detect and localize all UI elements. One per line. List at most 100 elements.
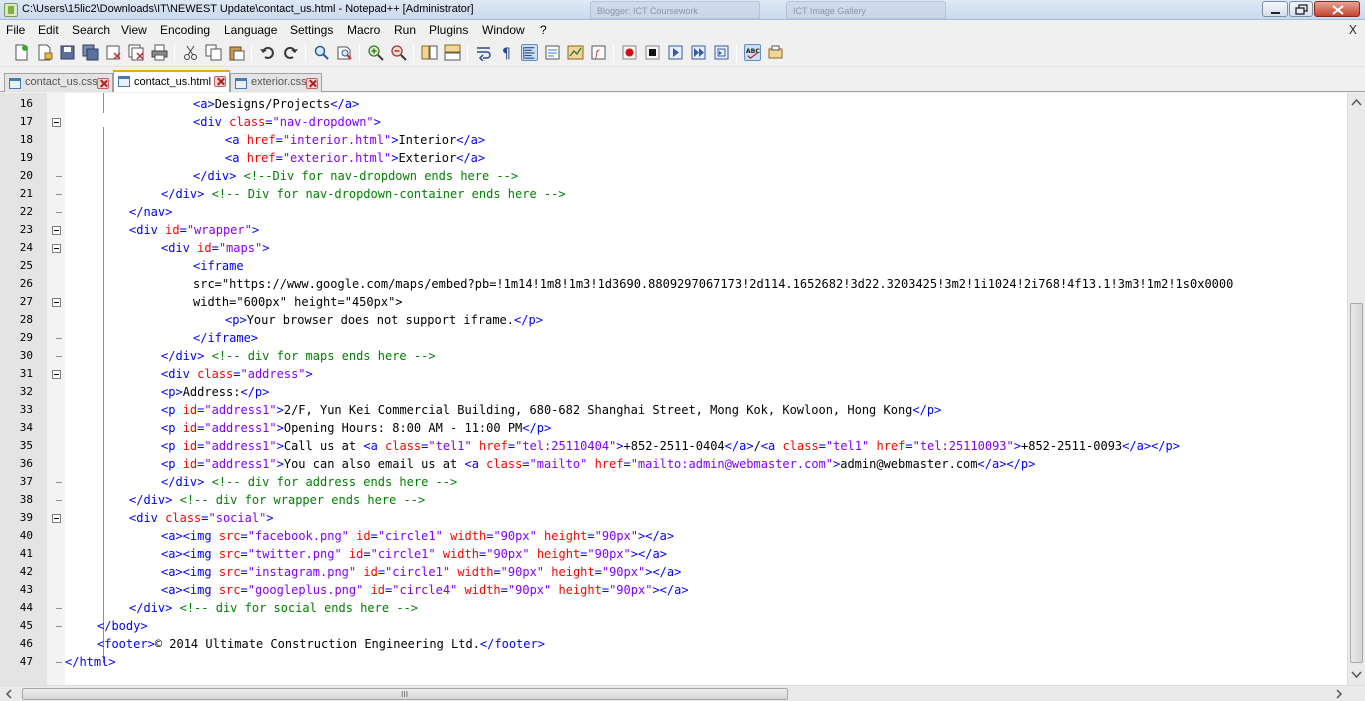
- code-line: </html>: [65, 655, 116, 669]
- menu-search[interactable]: Search: [72, 23, 110, 37]
- spell-check-icon[interactable]: ABC: [744, 44, 761, 61]
- line-number: 22: [19, 205, 33, 218]
- horizontal-scroll-thumb[interactable]: III: [22, 688, 788, 700]
- print-icon[interactable]: [151, 44, 168, 61]
- code-line: </body>: [97, 619, 148, 633]
- menu-view[interactable]: View: [121, 23, 147, 37]
- fold-end: [56, 194, 62, 195]
- record-macro-icon[interactable]: [621, 44, 638, 61]
- playback-macro-icon[interactable]: [667, 44, 684, 61]
- undo-icon[interactable]: [259, 44, 276, 61]
- restore-button[interactable]: [1289, 1, 1313, 17]
- zoom-in-icon[interactable]: [367, 44, 384, 61]
- tab-close-icon[interactable]: [97, 78, 109, 89]
- toolbar-separator: [359, 44, 360, 62]
- code-text-area[interactable]: <a>Designs/Projects</a> <div class="nav-…: [65, 93, 1345, 685]
- fold-toggle-icon[interactable]: [52, 118, 61, 127]
- save-macro-icon[interactable]: [713, 44, 730, 61]
- code-editor[interactable]: 16 17 18 19 20 21 22 23 24 25 26 27 28 2…: [0, 93, 1365, 685]
- replace-icon[interactable]: [336, 44, 353, 61]
- close-all-icon[interactable]: [128, 44, 145, 61]
- line-number: 34: [19, 421, 33, 434]
- fold-toggle-icon[interactable]: [52, 244, 61, 253]
- open-file-icon[interactable]: [36, 44, 53, 61]
- line-number: 37: [19, 475, 33, 488]
- plugin-tool-icon[interactable]: [767, 44, 784, 61]
- fold-toggle-icon[interactable]: [52, 226, 61, 235]
- line-number: 40: [19, 529, 33, 542]
- paste-icon[interactable]: [228, 44, 245, 61]
- code-line: <a href="exterior.html">Exterior</a>: [225, 151, 486, 165]
- word-wrap-icon[interactable]: [475, 44, 492, 61]
- close-document-button[interactable]: X: [1349, 23, 1357, 37]
- indent-guide-icon[interactable]: [521, 44, 538, 61]
- scroll-right-icon[interactable]: [1335, 689, 1343, 699]
- new-file-icon[interactable]: [13, 44, 30, 61]
- menu-language[interactable]: Language: [224, 23, 277, 37]
- code-line: </div> <!--Div for nav-dropdown ends her…: [193, 169, 519, 183]
- scroll-left-icon[interactable]: [5, 689, 13, 699]
- code-line: src="https://www.google.com/maps/embed?p…: [193, 277, 1234, 291]
- menu-macro[interactable]: Macro: [347, 23, 380, 37]
- line-number: 24: [19, 241, 33, 254]
- tab-close-icon[interactable]: [214, 76, 226, 87]
- cut-icon[interactable]: [182, 44, 199, 61]
- menu-settings[interactable]: Settings: [290, 23, 333, 37]
- code-line: </div> <!-- div for maps ends here -->: [161, 349, 436, 363]
- line-number: 38: [19, 493, 33, 506]
- line-number: 25: [19, 259, 33, 272]
- line-number: 20: [19, 169, 33, 182]
- run-macro-multiple-icon[interactable]: [690, 44, 707, 61]
- redo-icon[interactable]: [282, 44, 299, 61]
- find-icon[interactable]: [313, 44, 330, 61]
- tab-contact-us-html[interactable]: contact_us.html: [113, 70, 230, 92]
- menu-window[interactable]: Window: [482, 23, 525, 37]
- menu-edit[interactable]: Edit: [38, 23, 59, 37]
- close-icon: [1332, 5, 1344, 15]
- minimize-button[interactable]: [1262, 1, 1288, 17]
- menu-help[interactable]: ?: [540, 23, 547, 37]
- save-all-icon[interactable]: [82, 44, 99, 61]
- fold-toggle-icon[interactable]: [52, 298, 61, 307]
- tab-close-icon[interactable]: [306, 78, 318, 89]
- stop-recording-icon[interactable]: [644, 44, 661, 61]
- scroll-down-icon[interactable]: [1351, 671, 1362, 679]
- horizontal-scrollbar[interactable]: III: [0, 685, 1365, 701]
- scroll-up-icon[interactable]: [1351, 98, 1362, 106]
- code-line: <div class="address">: [161, 367, 313, 381]
- code-line: <a><img src="facebook.png" id="circle1" …: [161, 529, 675, 543]
- line-number: 23: [19, 223, 33, 236]
- sync-vertical-icon[interactable]: [421, 44, 438, 61]
- title-bar[interactable]: C:\Users\15lic2\Downloads\IT\NEWEST Upda…: [0, 0, 1365, 20]
- line-number: 32: [19, 385, 33, 398]
- code-line: <p id="address1">Opening Hours: 8:00 AM …: [161, 421, 552, 435]
- document-map-icon[interactable]: [567, 44, 584, 61]
- sync-horizontal-icon[interactable]: [444, 44, 461, 61]
- toolbar-separator: [467, 44, 468, 62]
- tab-contact-us-css[interactable]: contact_us.css: [4, 73, 113, 92]
- fold-end: [56, 356, 62, 357]
- close-file-icon[interactable]: [105, 44, 122, 61]
- line-number: 46: [19, 637, 33, 650]
- zoom-out-icon[interactable]: [390, 44, 407, 61]
- user-defined-language-icon[interactable]: [544, 44, 561, 61]
- close-window-button[interactable]: [1314, 1, 1360, 17]
- line-number: 39: [19, 511, 33, 524]
- copy-icon[interactable]: [205, 44, 222, 61]
- menu-encoding[interactable]: Encoding: [160, 23, 210, 37]
- show-all-characters-icon[interactable]: ¶: [498, 44, 515, 61]
- menu-run[interactable]: Run: [394, 23, 416, 37]
- menu-file[interactable]: File: [6, 23, 25, 37]
- fold-toggle-icon[interactable]: [52, 514, 61, 523]
- function-list-icon[interactable]: f: [590, 44, 607, 61]
- line-number: 19: [19, 151, 33, 164]
- menu-plugins[interactable]: Plugins: [429, 23, 468, 37]
- toolbar-separator: [174, 44, 175, 62]
- toolbar-separator: [251, 44, 252, 62]
- fold-toggle-icon[interactable]: [52, 370, 61, 379]
- line-number: 41: [19, 547, 33, 560]
- tab-exterior-css[interactable]: exterior.css: [230, 73, 322, 92]
- vertical-scrollbar[interactable]: [1347, 93, 1365, 685]
- save-icon[interactable]: [59, 44, 76, 61]
- vertical-scroll-thumb[interactable]: [1350, 303, 1363, 663]
